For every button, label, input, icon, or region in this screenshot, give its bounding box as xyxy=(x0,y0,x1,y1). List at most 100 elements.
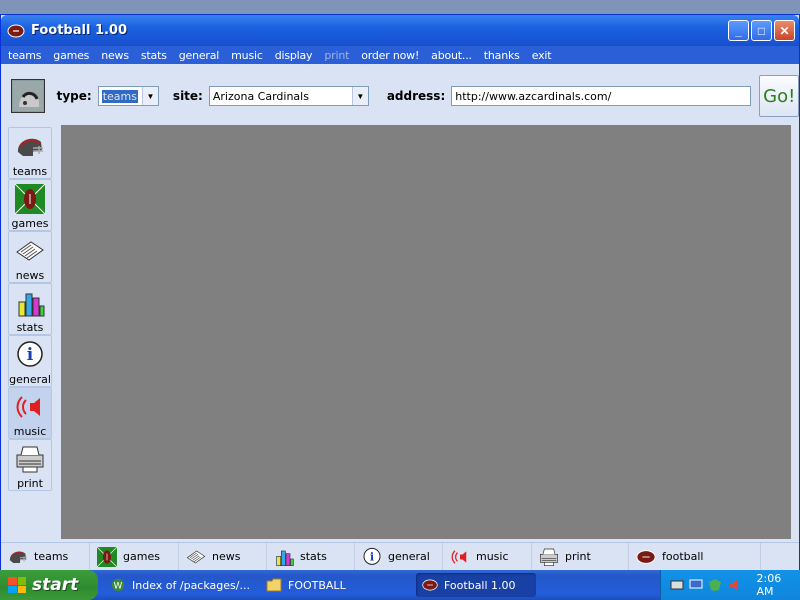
site-select-value: Arizona Cardinals xyxy=(212,89,309,103)
menu-item-music[interactable]: music xyxy=(231,49,263,62)
maximize-icon: □ xyxy=(757,23,766,38)
content-viewer[interactable] xyxy=(61,125,791,539)
menu-item-news[interactable]: news xyxy=(101,49,129,62)
site-select[interactable]: Arizona Cardinals ▼ xyxy=(208,86,369,106)
tab-football[interactable]: football xyxy=(629,542,761,571)
sidebar-item-news[interactable]: news xyxy=(8,231,52,283)
tab-label: print xyxy=(565,550,591,563)
taskbar-button[interactable]: Football 1.00 xyxy=(416,573,536,597)
close-button[interactable]: ✕ xyxy=(774,20,795,41)
type-select-value: teams xyxy=(101,89,138,103)
menu-item-thanks[interactable]: thanks xyxy=(484,49,520,62)
tab-label: games xyxy=(123,550,160,563)
tab-music[interactable]: music xyxy=(443,542,532,571)
window-title: Football 1.00 xyxy=(31,23,128,38)
sidebar-item-games[interactable]: games xyxy=(8,179,52,231)
tab-label: music xyxy=(476,550,509,563)
svg-text:i: i xyxy=(27,345,34,365)
printer-icon xyxy=(13,442,47,476)
menu-item-stats[interactable]: stats xyxy=(141,49,167,62)
tab-news[interactable]: news xyxy=(179,542,267,571)
tab-stats[interactable]: stats xyxy=(267,542,355,571)
title-bar[interactable]: Football 1.00 _ □ ✕ xyxy=(1,15,799,46)
tab-label: general xyxy=(388,550,430,563)
tab-label: stats xyxy=(300,550,327,563)
info-icon: i xyxy=(13,338,47,372)
start-button[interactable]: start xyxy=(0,570,98,600)
tab-teams[interactable]: teams xyxy=(1,542,90,571)
close-icon: ✕ xyxy=(779,23,790,38)
svg-text:W: W xyxy=(114,582,123,592)
info-icon: i xyxy=(361,546,383,568)
sidebar-item-label: games xyxy=(11,217,49,230)
sidebar: teams games news stats i general music print xyxy=(8,127,52,491)
sidebar-item-label: music xyxy=(13,425,47,438)
type-select[interactable]: teams ▼ xyxy=(97,86,159,106)
football-icon xyxy=(635,546,657,568)
bar-chart-icon xyxy=(273,546,295,568)
menu-item-print[interactable]: print xyxy=(324,49,349,62)
newspaper-icon xyxy=(13,234,47,268)
task-list: W Index of /packages/... FOOTBALL Football … xyxy=(98,573,536,597)
monitor-icon[interactable] xyxy=(688,577,703,593)
type-label: type: xyxy=(56,89,92,103)
address-label: address: xyxy=(386,89,446,103)
speaker-icon xyxy=(13,390,47,424)
minimize-button[interactable]: _ xyxy=(728,20,749,41)
menu-item-about[interactable]: about... xyxy=(431,49,472,62)
tab-print[interactable]: print xyxy=(532,542,629,571)
windows-flag-icon xyxy=(8,577,26,593)
menu-item-teams[interactable]: teams xyxy=(8,49,41,62)
sidebar-item-label: news xyxy=(15,269,45,282)
avatar xyxy=(11,79,45,113)
volume-icon[interactable] xyxy=(727,577,742,593)
start-label: start xyxy=(32,575,79,595)
sidebar-item-general[interactable]: i general xyxy=(8,335,52,387)
football-icon xyxy=(7,22,25,40)
menu-item-order-now[interactable]: order now! xyxy=(361,49,419,62)
address-input[interactable] xyxy=(451,86,752,106)
chevron-down-icon[interactable]: ▼ xyxy=(351,87,368,105)
site-label: site: xyxy=(172,89,203,103)
address-toolbar: type: teams ▼ site: Arizona Cardinals ▼ … xyxy=(1,65,799,127)
shield-icon[interactable] xyxy=(708,577,723,593)
go-button[interactable]: Go! xyxy=(759,75,799,117)
maximize-button[interactable]: □ xyxy=(751,20,772,41)
taskbar-button-label: Index of /packages/... xyxy=(132,578,250,592)
chevron-down-icon[interactable]: ▼ xyxy=(141,87,158,105)
sidebar-item-stats[interactable]: stats xyxy=(8,283,52,335)
menu-bar: teams games news stats general music display pr… xyxy=(1,46,799,64)
sidebar-item-print[interactable]: print xyxy=(8,439,52,491)
newspaper-icon xyxy=(185,546,207,568)
system-tray: 2:06 AM xyxy=(660,570,800,600)
sidebar-item-music[interactable]: music xyxy=(8,387,52,439)
tab-label: teams xyxy=(34,550,69,563)
network-icon[interactable] xyxy=(669,577,684,593)
taskbar: start W Index of /packages/... FOOTBALL Foo… xyxy=(0,570,800,600)
tab-games[interactable]: games xyxy=(90,542,179,571)
browser-icon: W xyxy=(110,577,126,593)
sidebar-item-label: stats xyxy=(16,321,44,334)
tab-label: news xyxy=(212,550,241,563)
taskbar-button[interactable]: W Index of /packages/... xyxy=(104,573,254,597)
sidebar-item-label: general xyxy=(9,373,51,386)
helmet-icon xyxy=(13,130,47,164)
menu-item-exit[interactable]: exit xyxy=(532,49,552,62)
football-field-icon xyxy=(96,546,118,568)
tab-label: football xyxy=(662,550,704,563)
printer-icon xyxy=(538,546,560,568)
bar-chart-icon xyxy=(13,286,47,320)
desktop-background xyxy=(0,0,800,14)
menu-item-games[interactable]: games xyxy=(53,49,89,62)
folder-icon xyxy=(266,577,282,593)
menu-item-general[interactable]: general xyxy=(179,49,220,62)
football-icon xyxy=(422,577,438,593)
taskbar-button-label: FOOTBALL xyxy=(288,578,346,592)
menu-item-display[interactable]: display xyxy=(275,49,313,62)
sidebar-item-teams[interactable]: teams xyxy=(8,127,52,179)
taskbar-button[interactable]: FOOTBALL xyxy=(260,573,410,597)
minimize-icon: _ xyxy=(735,23,742,38)
svg-text:i: i xyxy=(370,549,375,563)
tab-general[interactable]: i general xyxy=(355,542,443,571)
sidebar-item-label: teams xyxy=(12,165,48,178)
